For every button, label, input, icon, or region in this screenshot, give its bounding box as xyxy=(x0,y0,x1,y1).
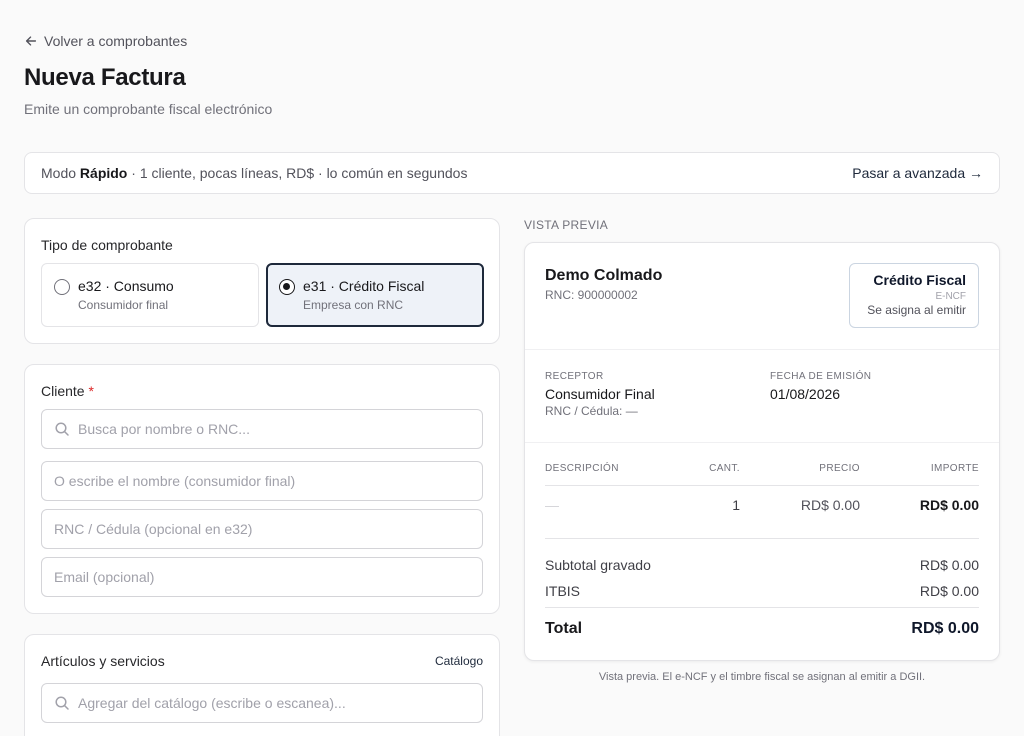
total-line xyxy=(545,607,979,608)
catalog-link[interactable]: Catálogo xyxy=(435,654,483,668)
type-option-subtitle: Consumidor final xyxy=(78,298,169,312)
ncf-badge: Crédito Fiscal E-NCF Se asigna al emitir xyxy=(849,263,979,328)
total-value: RD$ 0.00 xyxy=(911,620,979,637)
invoice-preview: Demo Colmado RNC: 900000002 Crédito Fisc… xyxy=(524,242,1000,661)
client-search-input[interactable] xyxy=(78,421,470,437)
subtotal-label: Subtotal gravado xyxy=(545,557,651,573)
col-desc: DESCRIPCIÓN xyxy=(545,463,619,474)
type-section: Tipo de comprobante e32 · Consumo Consum… xyxy=(24,218,500,344)
mode-description: · 1 cliente, pocas líneas, RD$ · lo comú… xyxy=(131,165,468,181)
badge-note: Se asigna al emitir xyxy=(867,303,966,317)
total-label: Total xyxy=(545,620,583,637)
itbis-row: ITBIS RD$ 0.00 xyxy=(545,583,979,599)
itbis-value: RD$ 0.00 xyxy=(919,583,979,599)
fecha-label: FECHA DE EMISIÓN xyxy=(770,371,872,382)
col-qty: CANT. xyxy=(709,463,740,474)
fecha-value: 01/08/2026 xyxy=(770,386,841,402)
receptor-rnc: RNC / Cédula: — xyxy=(545,404,638,418)
client-name-input[interactable] xyxy=(54,473,470,489)
fecha-block: FECHA DE EMISIÓN 01/08/2026 xyxy=(770,371,871,402)
items-section: Artículos y servicios Catálogo xyxy=(24,634,500,736)
mode-prefix: Modo xyxy=(41,165,77,181)
search-icon xyxy=(55,696,69,710)
back-link-label: Volver a comprobantes xyxy=(44,33,188,49)
radio-e31[interactable] xyxy=(279,279,295,295)
preview-section-label: VISTA PREVIA xyxy=(524,218,609,232)
client-section-label: Cliente * xyxy=(41,383,94,399)
client-rnc-field[interactable] xyxy=(41,509,483,549)
back-link[interactable]: Volver a comprobantes xyxy=(24,33,187,49)
divider xyxy=(525,349,999,350)
badge-title: Crédito Fiscal xyxy=(873,272,966,288)
items-section-label: Artículos y servicios xyxy=(41,653,165,669)
client-name-field[interactable] xyxy=(41,461,483,501)
type-option-subtitle: Empresa con RNC xyxy=(303,298,404,312)
table-bottom-line xyxy=(545,538,979,539)
subtotal-row: Subtotal gravado RD$ 0.00 xyxy=(545,557,979,573)
client-email-input[interactable] xyxy=(54,569,470,585)
radio-e32[interactable] xyxy=(54,279,70,295)
preview-footnote: Vista previa. El e-NCF y el timbre fisca… xyxy=(598,671,926,683)
page-title: Nueva Factura xyxy=(24,64,186,91)
mode-bar: Modo Rápido · 1 cliente, pocas líneas, R… xyxy=(24,152,1000,194)
catalog-search-input[interactable] xyxy=(78,695,470,711)
divider xyxy=(525,442,999,443)
page-subtitle: Emite un comprobante fiscal electrónico xyxy=(24,101,273,117)
type-option-title: e31 · Crédito Fiscal xyxy=(303,278,425,294)
type-section-label: Tipo de comprobante xyxy=(41,237,173,253)
client-email-field[interactable] xyxy=(41,557,483,597)
type-option-e31[interactable]: e31 · Crédito Fiscal Empresa con RNC xyxy=(266,263,484,327)
mode-info: Modo Rápido · 1 cliente, pocas líneas, R… xyxy=(41,165,467,181)
type-option-title: e32 · Consumo xyxy=(78,278,174,294)
client-rnc-input[interactable] xyxy=(54,521,470,537)
type-option-e32[interactable]: e32 · Consumo Consumidor final xyxy=(41,263,259,327)
row-qty: 1 xyxy=(732,497,740,513)
total-row: Total RD$ 0.00 xyxy=(545,620,979,638)
client-label-text: Cliente xyxy=(41,383,85,399)
subtotal-value: RD$ 0.00 xyxy=(919,557,979,573)
client-section: Cliente * xyxy=(24,364,500,614)
receptor-name: Consumidor Final xyxy=(545,386,655,402)
row-amount: RD$ 0.00 xyxy=(919,497,979,513)
row-price: RD$ 0.00 xyxy=(800,497,860,513)
table-header: DESCRIPCIÓN CANT. PRECIO IMPORTE xyxy=(545,463,979,474)
arrow-left-icon xyxy=(25,36,37,46)
company-name: Demo Colmado xyxy=(545,267,663,284)
table-row: — 1 RD$ 0.00 RD$ 0.00 xyxy=(545,497,979,513)
catalog-search-field[interactable] xyxy=(41,683,483,723)
switch-advanced-link[interactable]: Pasar a avanzada → xyxy=(852,165,983,181)
receptor-block: RECEPTOR Consumidor Final RNC / Cédula: … xyxy=(545,371,655,418)
required-mark: * xyxy=(88,383,94,399)
row-desc: — xyxy=(545,497,559,513)
itbis-label: ITBIS xyxy=(545,583,581,599)
col-amount: IMPORTE xyxy=(930,463,979,474)
badge-sub: E-NCF xyxy=(935,291,966,302)
table-header-line xyxy=(545,485,979,486)
col-price: PRECIO xyxy=(819,463,860,474)
mode-name: Rápido xyxy=(79,165,128,181)
client-search-field[interactable] xyxy=(41,409,483,449)
company-rnc: RNC: 900000002 xyxy=(545,288,638,302)
receptor-label: RECEPTOR xyxy=(545,371,604,382)
search-icon xyxy=(55,422,69,436)
